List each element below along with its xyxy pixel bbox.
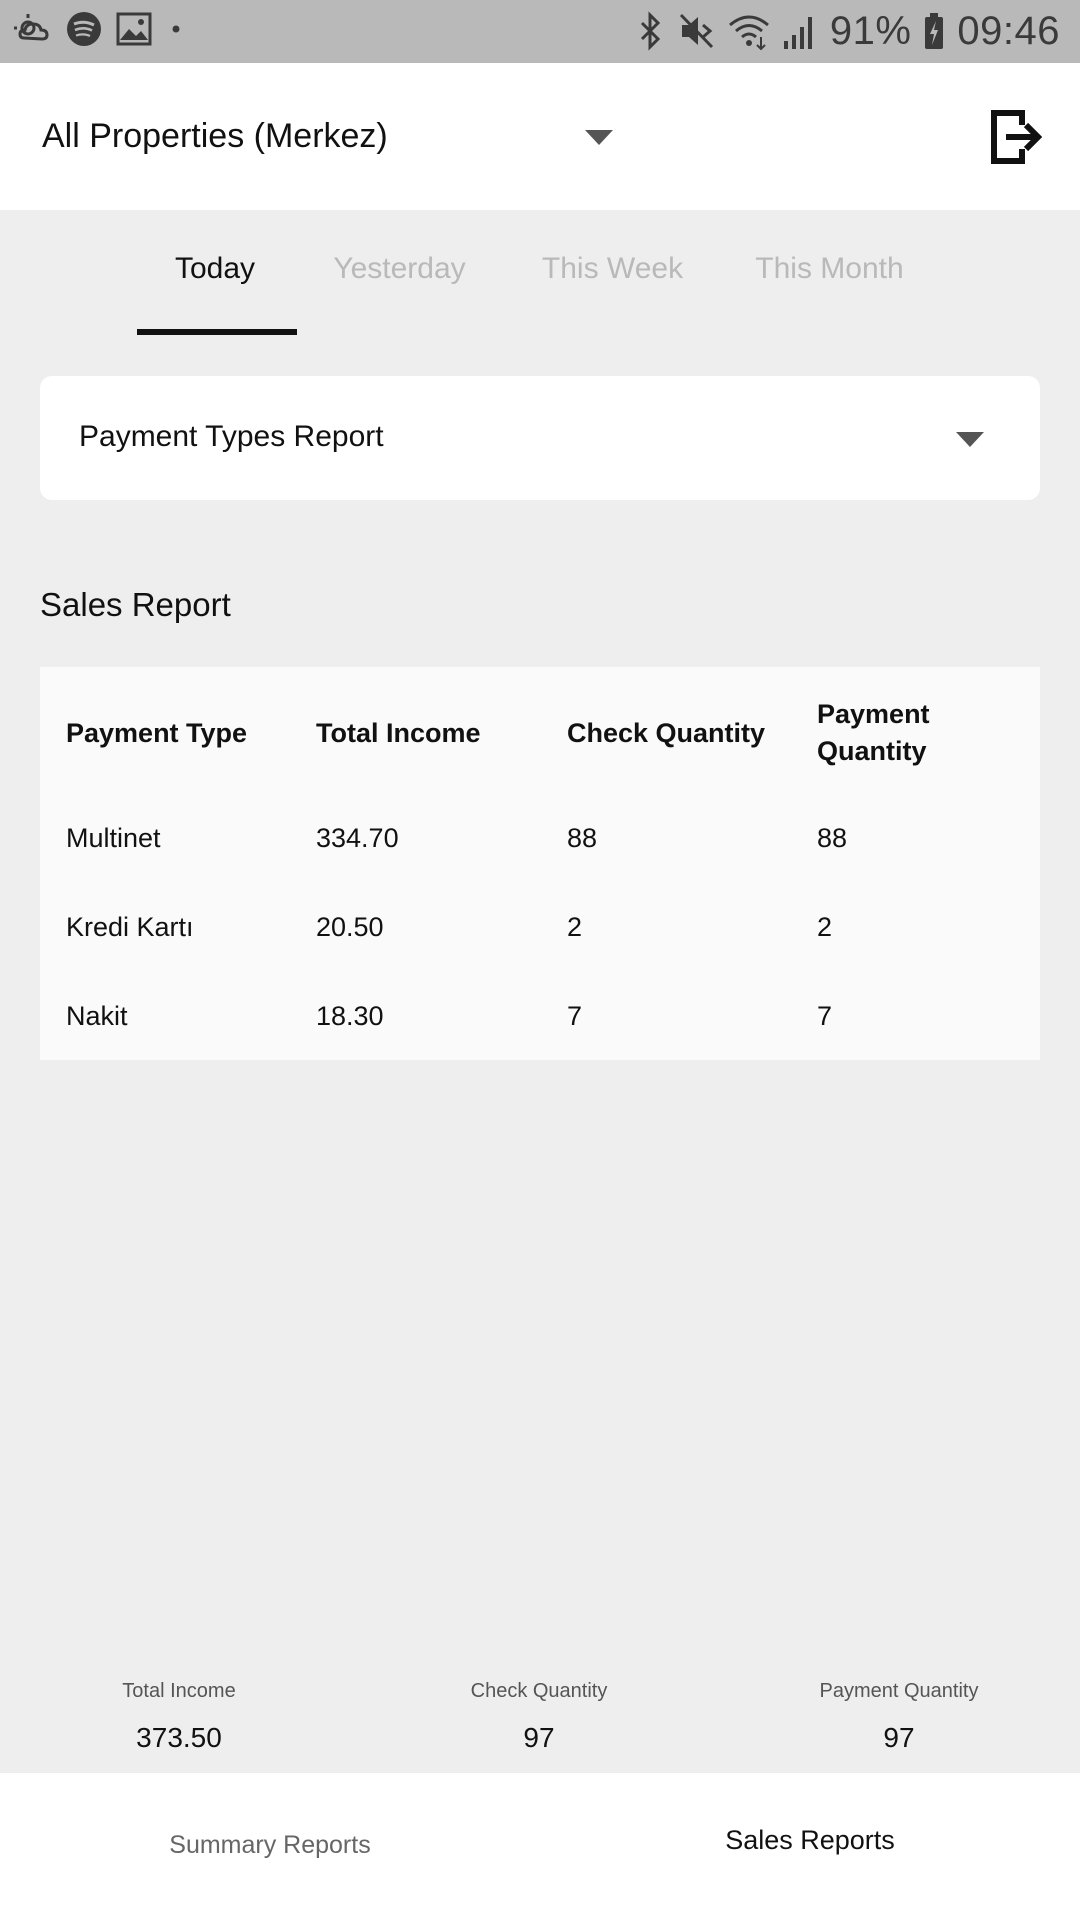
column-header-total-income: Total Income: [316, 718, 481, 748]
cell-total-income: 20.50: [316, 912, 384, 942]
column-header-payment-type: Payment Type: [66, 718, 248, 748]
weather-icon: [14, 14, 49, 41]
status-bar-left: [14, 10, 186, 48]
nav-summary-reports[interactable]: Summary Reports: [0, 1831, 540, 1860]
column-header-check-quantity: Check Quantity: [567, 718, 766, 748]
spotify-icon: [67, 12, 101, 46]
property-selector-label: All Properties (Merkez): [42, 117, 388, 155]
wifi-icon: [728, 15, 769, 51]
signal-icon: [783, 17, 812, 49]
check-quantity-label: Check Quantity: [470, 1680, 608, 1702]
app-header: All Properties (Merkez): [0, 63, 1080, 210]
notification-dot-icon: [172, 25, 180, 33]
mute-icon: [679, 13, 713, 49]
cell-payment-type: Kredi Kartı: [66, 912, 194, 942]
report-type-dropdown[interactable]: Payment Types Report: [40, 376, 1040, 500]
dropdown-caret-icon[interactable]: [585, 130, 613, 145]
cell-check-quantity: 2: [567, 912, 583, 942]
clock: 09:46: [957, 9, 1060, 53]
payment-quantity-label: Payment Quantity: [819, 1680, 979, 1702]
cell-payment-quantity: 2: [817, 912, 833, 942]
cell-payment-quantity: 7: [817, 1001, 833, 1031]
sales-report-table: Payment Type Total Income Check Quantity…: [40, 667, 1040, 1060]
column-header-payment-quantity: Payment Quantity: [817, 699, 930, 766]
battery-percentage: 91%: [829, 9, 912, 53]
battery-charging-icon: [925, 13, 944, 49]
bluetooth-icon: [640, 11, 660, 51]
tab-today[interactable]: Today: [155, 252, 275, 286]
tab-yesterday[interactable]: Yesterday: [332, 252, 467, 286]
status-bar: 91% 09:46: [0, 0, 1080, 63]
chevron-down-icon: [956, 432, 984, 447]
cell-total-income: 334.70: [316, 823, 399, 853]
cell-payment-type: Multinet: [66, 823, 161, 853]
tab-this-week[interactable]: This Week: [540, 252, 685, 286]
bottom-navigation: Summary Reports Sales Reports: [0, 1773, 1080, 1920]
sales-report-title: Sales Report: [40, 586, 231, 623]
total-income-label: Total Income: [122, 1680, 236, 1702]
total-income-value: 373.50: [136, 1722, 222, 1753]
cell-check-quantity: 88: [567, 823, 598, 853]
active-tab-indicator: [137, 329, 297, 335]
cell-total-income: 18.30: [316, 1001, 384, 1031]
cell-payment-quantity: 88: [817, 823, 848, 853]
logout-icon[interactable]: [990, 109, 1042, 165]
payment-quantity-value: 97: [883, 1722, 915, 1753]
check-quantity-value: 97: [523, 1722, 555, 1753]
status-bar-right: 91% 09:46: [636, 8, 1060, 54]
nav-sales-reports[interactable]: Sales Reports: [540, 1825, 1080, 1856]
report-type-label: Payment Types Report: [79, 420, 384, 453]
gallery-icon: [116, 12, 152, 46]
cell-payment-type: Nakit: [66, 1001, 128, 1031]
cell-check-quantity: 7: [567, 1001, 583, 1031]
tab-this-month[interactable]: This Month: [752, 252, 907, 286]
